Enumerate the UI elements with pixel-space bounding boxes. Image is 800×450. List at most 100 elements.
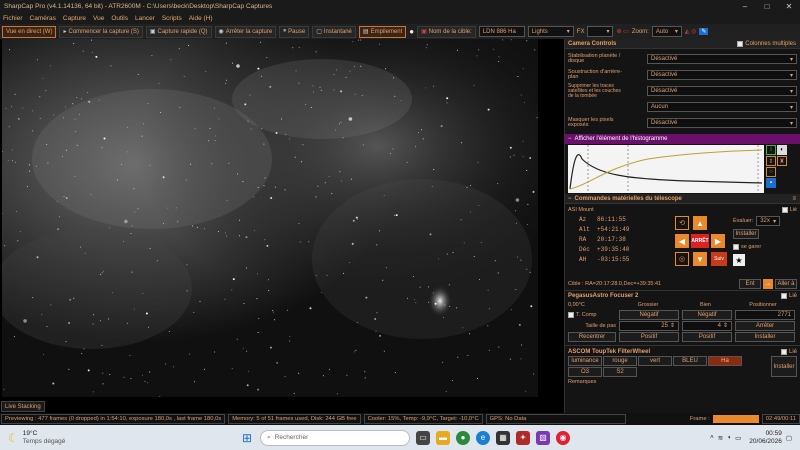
contrast-icon[interactable]: ◐ <box>777 145 787 155</box>
app-icon[interactable]: ▧ <box>536 430 550 445</box>
save-icon[interactable]: ▪ <box>766 178 776 188</box>
menu-help[interactable]: Aide (H) <box>189 15 213 22</box>
frame-type-select[interactable]: Lights ▾ <box>527 26 574 37</box>
fine-positive-button[interactable]: Positif <box>682 331 732 342</box>
live-view-button[interactable]: Vue en direct (W) <box>2 25 57 38</box>
rate-select[interactable]: 32x ▾ <box>756 216 781 226</box>
snapshot-button[interactable]: ▢ Instantané <box>312 25 356 38</box>
position-input[interactable]: 2771 <box>735 309 795 320</box>
focuser-linked-toggle[interactable]: Lié <box>780 292 797 299</box>
telescope-header[interactable]: − Commandes matérielles du télescope ≡ <box>565 194 800 204</box>
recenter-button[interactable]: Recentrer <box>568 331 616 342</box>
stepper-icon[interactable]: ⇕ <box>670 322 675 329</box>
sharpcap-icon[interactable]: ✦ <box>516 430 530 445</box>
arrow-right-icon[interactable]: → <box>763 278 773 289</box>
filter-s2[interactable]: S2 <box>603 367 637 377</box>
filter-blue[interactable]: BLEU <box>673 356 707 366</box>
fine-step-stepper[interactable]: 4 ⇕ <box>682 320 732 331</box>
target-name-input[interactable]: LDN 886 Ha <box>478 26 525 37</box>
zoom-tool-icon[interactable]: ◭ ◎ <box>685 28 697 35</box>
stop-button[interactable]: ARRÊT <box>691 234 709 248</box>
menu-launch[interactable]: Lancer <box>135 15 155 22</box>
notification-icon[interactable]: ▢ <box>786 434 792 442</box>
focuser-linked-checkbox[interactable] <box>780 292 787 299</box>
filterwheel-linked-toggle[interactable]: Lié <box>780 348 797 355</box>
goto-button[interactable]: Aller à <box>775 278 797 289</box>
follow-button[interactable]: Suiv <box>711 252 727 266</box>
store-icon[interactable]: ▦ <box>496 430 510 445</box>
zoom-select[interactable]: Auto ▾ <box>651 26 682 37</box>
coarse-positive-button[interactable]: Positif <box>619 331 679 342</box>
target-icon[interactable]: ◎ <box>675 252 689 266</box>
maximize-icon[interactable]: □ <box>756 2 778 11</box>
edge-icon[interactable]: e <box>476 430 490 445</box>
minimize-icon[interactable]: – <box>734 2 756 11</box>
filter-o3[interactable]: O3 <box>568 367 602 377</box>
hide-exposed-pixels-select[interactable]: Désactivé ▾ <box>647 118 797 128</box>
star-target-icon[interactable]: ★ <box>733 254 745 266</box>
file-explorer-icon[interactable]: ▬ <box>436 430 450 445</box>
pause-button[interactable]: ⏸ Pause <box>279 25 310 38</box>
stretch-icon[interactable]: ⇕ <box>766 156 776 166</box>
arrow-right-icon[interactable]: ▶ <box>711 234 725 248</box>
focuser-install-button[interactable]: Installer <box>735 331 795 342</box>
arrow-down-icon[interactable]: ▼ <box>693 252 707 266</box>
focuser-stop-button[interactable]: Arrêter <box>735 320 795 331</box>
close-icon[interactable]: ✕ <box>778 2 800 11</box>
goto-enter-button[interactable]: Ent <box>739 278 761 289</box>
task-view-icon[interactable]: ▭ <box>416 430 430 445</box>
start-capture-button[interactable]: ▸ Commencer la capture (S) <box>59 25 143 38</box>
battery-icon[interactable]: ▭ <box>735 434 741 442</box>
background-subtraction-select[interactable]: Désactivé ▾ <box>647 70 797 80</box>
reset-icon[interactable]: ○ <box>766 167 776 177</box>
menu-tools[interactable]: Outils <box>111 15 128 22</box>
mount-linked-toggle[interactable]: Lié <box>781 206 797 213</box>
menu-icon[interactable]: ≡ <box>792 196 796 202</box>
circle-icon[interactable]: ● <box>409 27 414 36</box>
filter-red[interactable]: rouge <box>603 356 637 366</box>
viewer-scrollbar[interactable] <box>541 39 563 413</box>
stop-capture-button[interactable]: ◉ Arrêter la capture <box>214 25 277 38</box>
histogram-area[interactable]: i ◐ ⇕ ♜ ○ ▪ <box>568 145 797 193</box>
weather-widget[interactable]: ☾ 19°C Temps dégagé <box>0 430 140 446</box>
satellite-trails-select[interactable]: Désactivé ▾ <box>647 86 797 96</box>
highlight-tool-icon[interactable]: ✎ <box>699 28 709 35</box>
menu-capture[interactable]: Capture <box>63 15 86 22</box>
mount-install-button[interactable]: Installer <box>733 229 759 239</box>
multi-columns-toggle[interactable]: Colonnes multiples <box>737 40 796 47</box>
coarse-step-stepper[interactable]: 25 ⇕ <box>619 320 679 331</box>
filter-luminance[interactable]: luminance <box>568 356 602 366</box>
clock[interactable]: 00:59 20/06/2026 <box>749 430 782 446</box>
taskbar-search[interactable]: ⌕ Rechercher <box>260 429 410 446</box>
filter-mode-select[interactable]: Aucun ▾ <box>647 102 797 112</box>
menu-view[interactable]: Vue <box>93 15 104 22</box>
stacking-button[interactable]: ▤ Empilement <box>358 25 407 38</box>
menu-cameras[interactable]: Caméras <box>30 15 56 22</box>
menu-scripts[interactable]: Scripts <box>162 15 182 22</box>
reticle-icon[interactable]: ⊕ ▭ <box>616 28 628 35</box>
volume-icon[interactable]: ◖ <box>727 434 731 441</box>
target-name-button[interactable]: ▣ Nom de la cible: <box>417 25 476 38</box>
windows-start-icon[interactable]: ⊞ <box>240 431 254 445</box>
menu-file[interactable]: Fichier <box>3 15 23 22</box>
multi-columns-checkbox[interactable] <box>737 40 744 47</box>
image-viewer[interactable] <box>2 39 538 397</box>
info-icon[interactable]: i <box>766 145 776 155</box>
xbox-icon[interactable]: ● <box>456 430 470 445</box>
quick-capture-button[interactable]: ▣ Capture rapide (Q) <box>145 25 212 38</box>
lock-icon[interactable]: ♜ <box>777 156 787 166</box>
filterwheel-linked-checkbox[interactable] <box>780 348 787 355</box>
park-checkbox[interactable] <box>733 244 739 250</box>
mount-linked-checkbox[interactable] <box>781 206 788 213</box>
histogram-header[interactable]: − Afficher l'élément de l'histogramme <box>565 134 800 144</box>
arrow-left-icon[interactable]: ◀ <box>675 234 689 248</box>
filter-ha[interactable]: Ha <box>708 356 742 366</box>
coarse-negative-button[interactable]: Négatif <box>619 309 679 320</box>
filter-green[interactable]: vert <box>638 356 672 366</box>
wifi-icon[interactable]: ≋ <box>718 434 723 442</box>
live-stacking-tab[interactable]: Live Stacking <box>1 401 45 412</box>
filterwheel-install-button[interactable]: Installer <box>771 356 797 377</box>
arrow-up-icon[interactable]: ▲ <box>693 216 707 230</box>
planet-stabilization-select[interactable]: Désactivé ▾ <box>647 54 797 64</box>
tcomp-checkbox[interactable] <box>568 311 574 318</box>
